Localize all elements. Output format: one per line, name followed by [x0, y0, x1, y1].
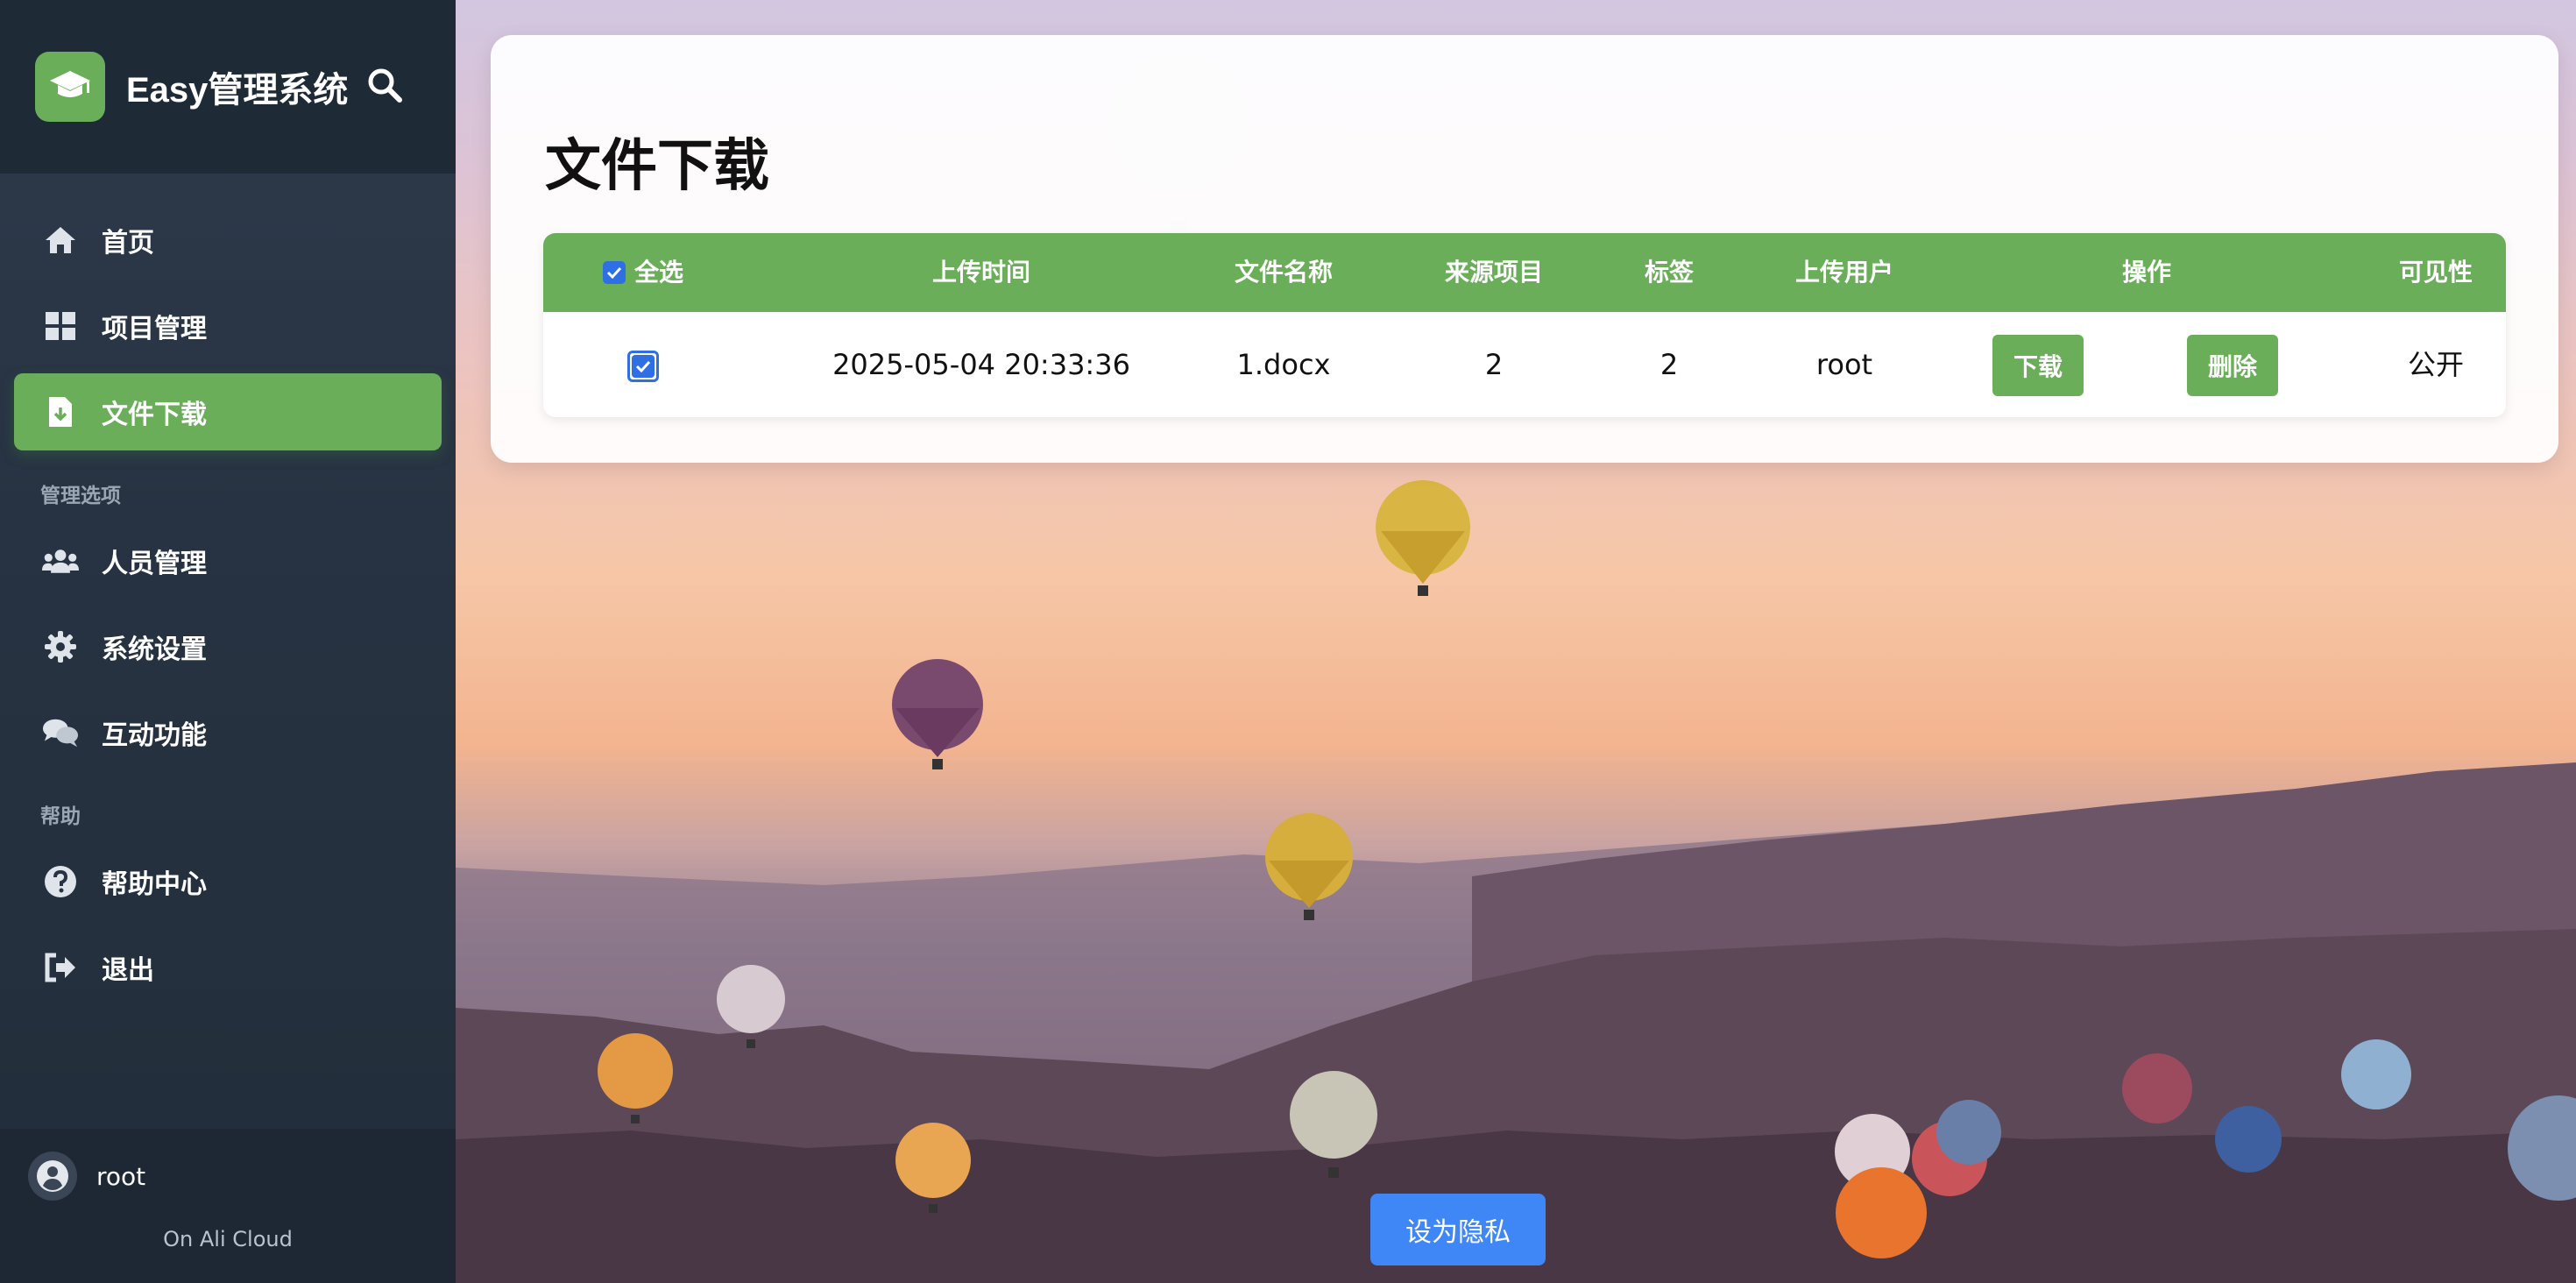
gear-icon [42, 628, 79, 665]
sidebar-footer: root On Ali Cloud [0, 1129, 456, 1283]
nav-item-interact[interactable]: 互动功能 [14, 694, 442, 771]
header-uploader: 上传用户 [1794, 258, 1893, 287]
question-circle-icon [42, 863, 79, 900]
section-label-manage: 管理选项 [40, 485, 121, 507]
file-download-card: 文件下载 全选 上传时间 文件名称 来源项目 标签 上传用户 操作 可见性 20… [491, 35, 2558, 463]
balloon-decoration [1936, 1100, 2001, 1165]
header-visibility: 可见性 [2398, 258, 2473, 287]
nav-item-label: 帮助中心 [102, 869, 207, 900]
nav-item-settings[interactable]: 系统设置 [14, 608, 442, 685]
balloon-decoration [2215, 1106, 2282, 1173]
table-header: 全选 上传时间 文件名称 来源项目 标签 上传用户 操作 可见性 [543, 233, 2506, 312]
nav-item-label: 文件下载 [102, 400, 207, 430]
cell-file-name: 1.docx [1236, 348, 1331, 381]
balloon-decoration [895, 1123, 971, 1213]
search-icon[interactable] [366, 67, 403, 107]
cell-uploader: root [1815, 348, 1873, 381]
brand-title: Easy管理系统 [126, 71, 349, 110]
balloon-decoration [717, 965, 785, 1048]
nav-item-help-center[interactable]: 帮助中心 [14, 843, 442, 920]
nav-item-home[interactable]: 首页 [14, 202, 442, 279]
balloon-decoration [2341, 1039, 2411, 1109]
header-source-project: 来源项目 [1444, 258, 1543, 287]
balloon-decoration [1376, 480, 1470, 596]
set-private-button[interactable]: 设为隐私 [1370, 1194, 1546, 1265]
nav-item-label: 系统设置 [102, 634, 207, 665]
cell-upload-time: 2025-05-04 20:33:36 [832, 348, 1130, 381]
nav-item-label: 人员管理 [102, 549, 207, 579]
row-checkbox[interactable] [627, 351, 659, 382]
files-table: 全选 上传时间 文件名称 来源项目 标签 上传用户 操作 可见性 2025-05… [543, 233, 2506, 417]
table-row: 2025-05-04 20:33:36 1.docx 2 2 root 下载 删… [543, 312, 2506, 417]
grid-icon [42, 308, 79, 344]
header-file-name: 文件名称 [1234, 258, 1333, 287]
file-download-icon [42, 393, 79, 430]
balloon-decoration [2508, 1095, 2576, 1201]
sidebar: Easy管理系统 首页 项目管理 文件下载 管理选项 人员管理 系统设置 互动功… [0, 0, 456, 1283]
select-all-checkbox[interactable] [603, 261, 626, 284]
nav-item-downloads[interactable]: 文件下载 [14, 373, 442, 450]
user-avatar-icon [28, 1152, 77, 1201]
sign-out-icon [42, 949, 79, 986]
cell-source-project: 2 [1484, 348, 1504, 381]
check-icon [632, 355, 655, 378]
balloon-decoration [892, 659, 983, 769]
graduation-cap-icon [35, 52, 105, 122]
brand-header: Easy管理系统 [0, 0, 456, 174]
comments-icon [42, 714, 79, 751]
header-select-all[interactable]: 全选 [634, 233, 704, 312]
home-icon [42, 222, 79, 259]
balloon-decoration [1290, 1071, 1377, 1178]
nav-item-logout[interactable]: 退出 [14, 929, 442, 1006]
balloon-decoration [1265, 813, 1353, 920]
download-button[interactable]: 下载 [1992, 335, 2084, 396]
header-actions: 操作 [2121, 258, 2171, 287]
balloon-decoration [1836, 1167, 1927, 1258]
header-tag: 标签 [1644, 258, 1694, 287]
page-title: 文件下载 [545, 134, 769, 199]
section-label-help: 帮助 [40, 805, 81, 828]
balloon-decoration [2122, 1053, 2192, 1124]
users-icon [42, 542, 79, 579]
balloon-decoration [598, 1033, 673, 1124]
user-name: root [96, 1161, 146, 1191]
delete-button[interactable]: 删除 [2187, 335, 2278, 396]
nav-item-people[interactable]: 人员管理 [14, 522, 442, 599]
cell-tag: 2 [1660, 348, 1679, 381]
nav-item-label: 首页 [102, 228, 154, 259]
user-info[interactable]: root [28, 1152, 145, 1201]
nav-item-label: 退出 [102, 955, 154, 986]
nav-item-label: 项目管理 [102, 314, 207, 344]
user-host: On Ali Cloud [163, 1227, 293, 1251]
nav-item-projects[interactable]: 项目管理 [14, 287, 442, 365]
nav-item-label: 互动功能 [102, 720, 207, 751]
cell-visibility: 公开 [2407, 348, 2464, 381]
header-upload-time: 上传时间 [931, 258, 1030, 287]
